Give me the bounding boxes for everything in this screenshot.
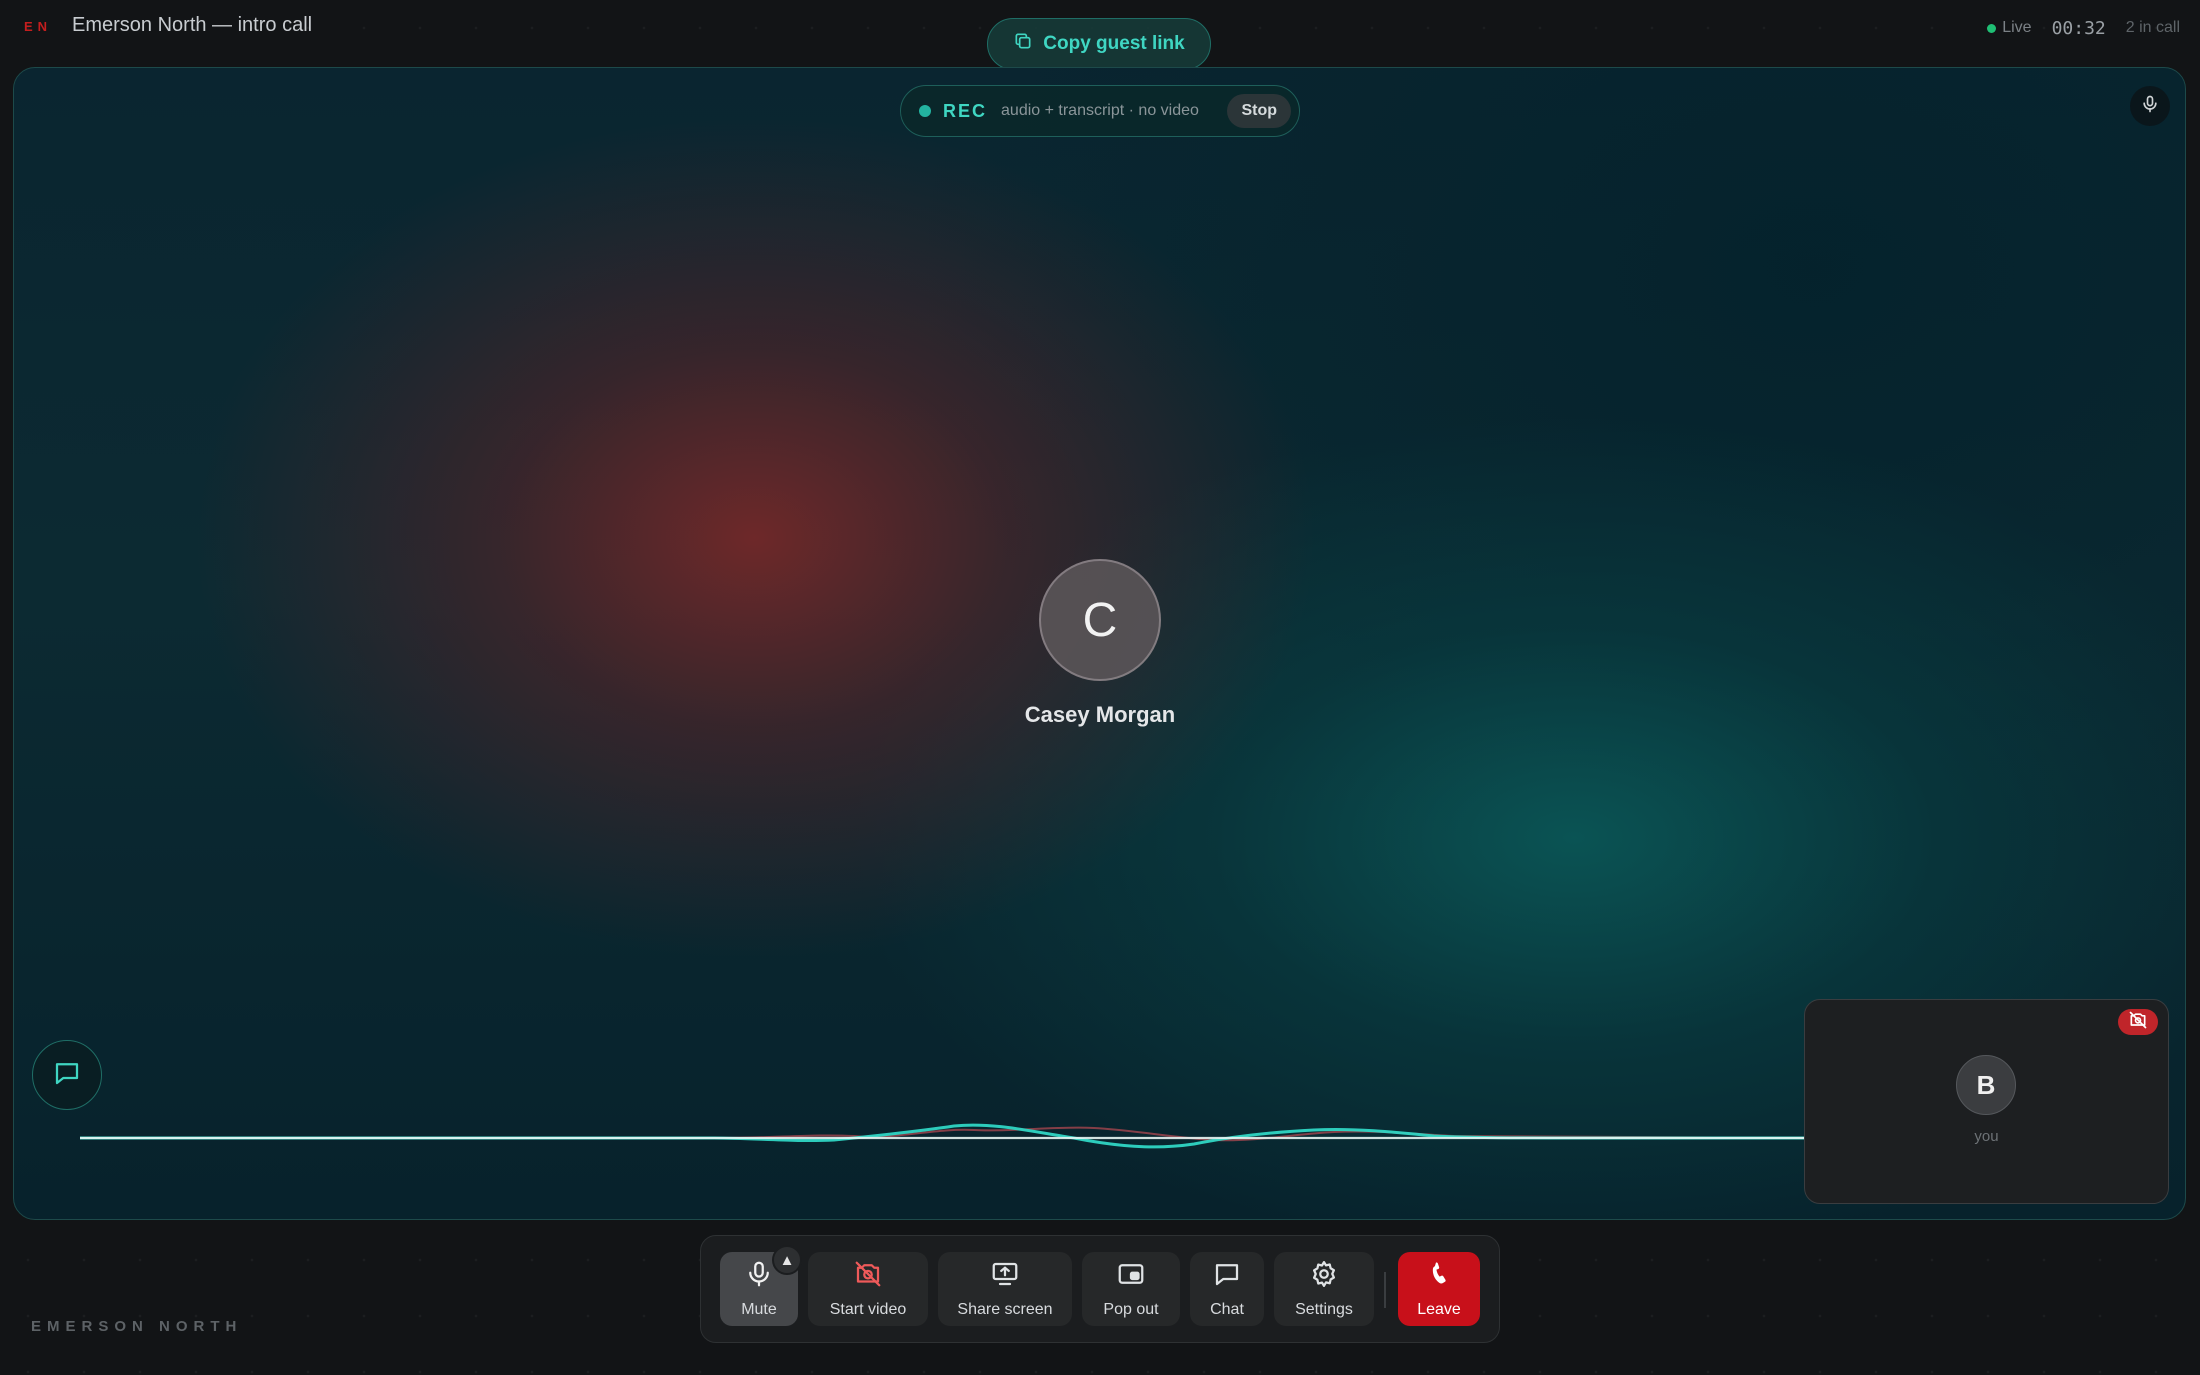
participant-count: 2 in call xyxy=(2125,19,2180,36)
gear-icon xyxy=(1309,1259,1339,1294)
camera-off-badge xyxy=(2118,1009,2158,1035)
remote-participant-name: Casey Morgan xyxy=(1024,702,1176,727)
microphone-icon xyxy=(744,1259,774,1294)
mute-label: Mute xyxy=(741,1301,777,1318)
brand-mark: EN xyxy=(24,19,53,34)
pop-out-label: Pop out xyxy=(1103,1301,1159,1318)
copy-icon xyxy=(1013,31,1033,57)
call-stage: REC audio + transcript · no video Stop C… xyxy=(13,67,2186,1220)
top-bar: EN Emerson North — intro call Copy guest… xyxy=(0,0,2200,70)
share-screen-icon xyxy=(990,1259,1020,1294)
chat-label: Chat xyxy=(1210,1301,1244,1318)
picture-in-picture-icon xyxy=(1116,1259,1146,1294)
live-indicator-dot xyxy=(1987,23,1997,33)
speaker-mic-indicator xyxy=(2130,86,2170,126)
live-label: Live xyxy=(2002,19,2032,36)
leave-call-button[interactable]: Leave xyxy=(1398,1252,1480,1326)
share-screen-button[interactable]: Share screen xyxy=(938,1252,1072,1326)
self-view-tile[interactable]: B you xyxy=(1804,999,2169,1204)
camera-off-icon xyxy=(853,1259,883,1294)
start-video-button[interactable]: Start video xyxy=(808,1252,928,1326)
phone-hangup-icon xyxy=(1424,1259,1454,1294)
recording-description: audio + transcript · no video xyxy=(1001,102,1199,119)
self-label: you xyxy=(1974,1128,1999,1145)
start-video-label: Start video xyxy=(829,1301,907,1318)
leave-label: Leave xyxy=(1417,1301,1461,1318)
stop-recording-button[interactable]: Stop xyxy=(1227,94,1291,128)
call-timer: 00:32 xyxy=(2051,17,2106,39)
self-avatar: B xyxy=(1956,1055,2016,1115)
footer-brand: EMERSON NORTH xyxy=(31,1318,243,1335)
recording-dot xyxy=(919,105,931,117)
call-title: Emerson North — intro call xyxy=(72,14,313,36)
camera-off-icon xyxy=(2128,1010,2148,1035)
call-status: Live 00:32 2 in call xyxy=(1987,14,2180,42)
recording-banner: REC audio + transcript · no video Stop xyxy=(900,85,1300,137)
copy-guest-link-label: Copy guest link xyxy=(1043,33,1185,54)
recording-label: REC xyxy=(943,100,988,121)
remote-participant-avatar: C xyxy=(1039,559,1161,681)
copy-guest-link-button[interactable]: Copy guest link xyxy=(987,18,1211,70)
microphone-icon xyxy=(2140,94,2160,119)
control-divider xyxy=(1384,1272,1386,1308)
chat-button[interactable]: Chat xyxy=(1190,1252,1264,1326)
pop-out-button[interactable]: Pop out xyxy=(1082,1252,1180,1326)
settings-label: Settings xyxy=(1295,1301,1353,1318)
chat-icon xyxy=(1212,1259,1242,1294)
settings-button[interactable]: Settings xyxy=(1274,1252,1374,1326)
call-control-bar: Mute Start video Share screen Pop out Ch… xyxy=(700,1235,1500,1343)
audio-options-caret-button[interactable]: ▲ xyxy=(772,1245,802,1275)
share-screen-label: Share screen xyxy=(957,1301,1053,1318)
